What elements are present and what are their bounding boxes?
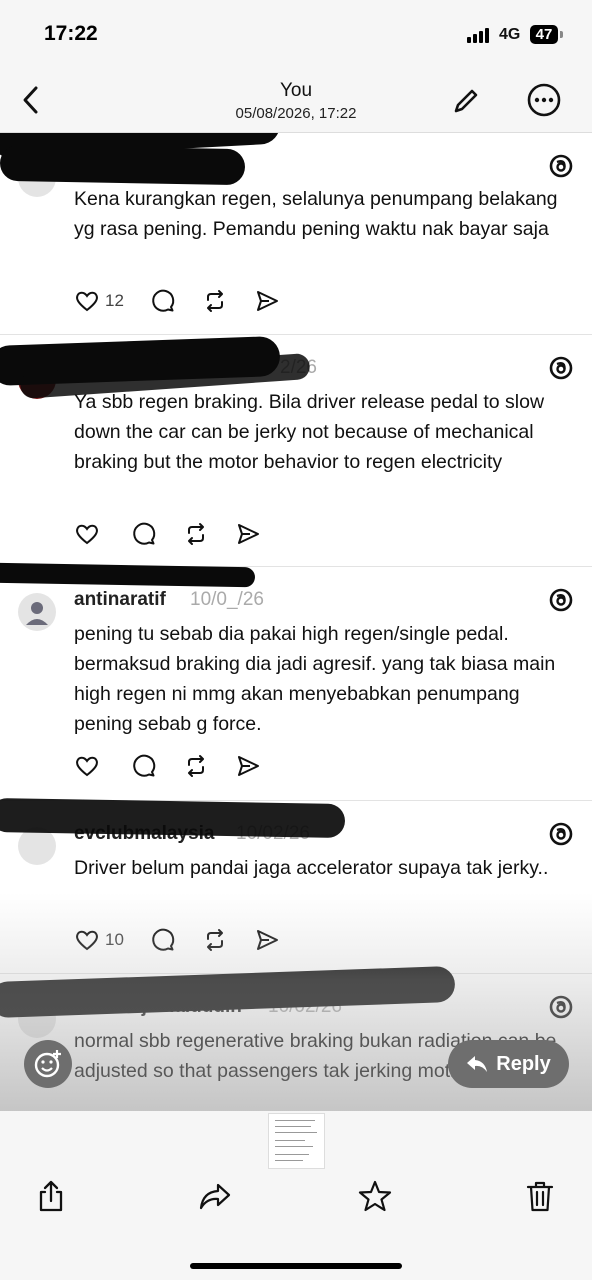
network-label: 4G (499, 26, 521, 43)
heart-icon (76, 930, 98, 951)
share-button[interactable] (254, 927, 280, 953)
send-icon (256, 930, 278, 950)
status-time: 17:22 (44, 22, 98, 45)
like-button[interactable]: 12 (74, 288, 124, 314)
avatar (18, 593, 56, 631)
reply-arrow-icon (467, 1056, 488, 1072)
comment-icon (133, 522, 156, 545)
repost-icon (188, 755, 204, 777)
post-text: pening tu sebab dia pakai high regen/sin… (74, 623, 556, 735)
comment-button[interactable] (131, 753, 157, 779)
signal-icon (467, 27, 489, 43)
repost-button[interactable] (202, 927, 228, 953)
comment-icon (152, 928, 175, 951)
threads-logo-icon (549, 995, 573, 1019)
heart-icon (76, 756, 98, 777)
post-date: 10/0_/26 (190, 589, 264, 610)
screenshot-content: Kena kurangkan regen, selalunya penumpan… (0, 133, 592, 1111)
header-title: You (279, 80, 313, 101)
header-subtitle: 05/08/2026, 17:22 (235, 105, 357, 122)
send-icon (238, 756, 259, 776)
repost-icon (188, 523, 204, 545)
post-actions: 10 (74, 927, 306, 953)
post-text: Kena kurangkan regen, selalunya penumpan… (74, 188, 558, 240)
repost-button[interactable] (183, 753, 209, 779)
reply-button[interactable]: Reply (448, 1040, 569, 1088)
like-button[interactable] (74, 521, 105, 547)
send-icon (256, 291, 278, 311)
viewer-header: You 05/08/2026, 17:22 (0, 70, 592, 133)
emoji-add-icon (34, 1050, 61, 1078)
post-actions (74, 753, 287, 779)
share-button[interactable] (254, 288, 280, 314)
thread-reply: evclubmalaysia 10/02/26 Driver belum pan… (0, 797, 592, 974)
default-avatar-icon (26, 602, 48, 625)
redaction-mark (0, 562, 256, 588)
status-bar: 17:22 4G 47 (0, 0, 592, 70)
bottom-toolbar (0, 1111, 592, 1280)
trash-icon[interactable] (523, 1179, 557, 1213)
like-button[interactable] (74, 753, 105, 779)
comment-button[interactable] (131, 521, 157, 547)
heart-icon (76, 524, 98, 545)
redaction-mark (0, 797, 346, 839)
thread-reply: Kena kurangkan regen, selalunya penumpan… (0, 133, 592, 335)
threads-logo-icon (549, 822, 573, 846)
heart-icon (76, 291, 98, 312)
star-icon[interactable] (358, 1179, 392, 1213)
thread-reply: antinaratif 10/0_/26 pening tu sebab dia… (0, 562, 592, 801)
post-text: Ya sbb regen braking. Bila driver releas… (74, 391, 545, 473)
share-button[interactable] (235, 753, 261, 779)
add-reaction-button[interactable] (24, 1040, 72, 1088)
repost-icon (206, 929, 223, 951)
repost-icon (206, 290, 223, 312)
threads-logo-icon (549, 154, 573, 178)
image-thumbnail[interactable] (268, 1113, 325, 1169)
post-actions (74, 521, 287, 547)
threads-logo-icon (549, 588, 573, 612)
username: antinaratif (74, 589, 166, 610)
forward-icon[interactable] (198, 1179, 232, 1213)
reply-label: Reply (496, 1052, 551, 1075)
comment-icon (133, 754, 156, 777)
thread-reply: 2/26 Ya sbb regen braking. Bila driver r… (0, 335, 592, 567)
post-text: Driver belum pandai jaga accelerator sup… (74, 857, 549, 879)
share-icon[interactable] (34, 1179, 68, 1213)
send-icon (238, 524, 259, 544)
redaction-mark (0, 144, 246, 186)
repost-button[interactable] (183, 521, 209, 547)
threads-logo-icon (549, 356, 573, 380)
battery-icon: 47 (530, 25, 563, 44)
comment-button[interactable] (150, 288, 176, 314)
home-indicator[interactable] (190, 1263, 402, 1269)
edit-icon[interactable] (450, 84, 482, 116)
share-button[interactable] (235, 521, 261, 547)
post-actions: 12 (74, 288, 306, 314)
like-button[interactable]: 10 (74, 927, 124, 953)
comment-button[interactable] (150, 927, 176, 953)
repost-button[interactable] (202, 288, 228, 314)
comment-icon (152, 289, 175, 312)
like-count: 12 (105, 291, 124, 310)
more-options-icon[interactable] (526, 82, 562, 118)
like-count: 10 (105, 930, 124, 949)
